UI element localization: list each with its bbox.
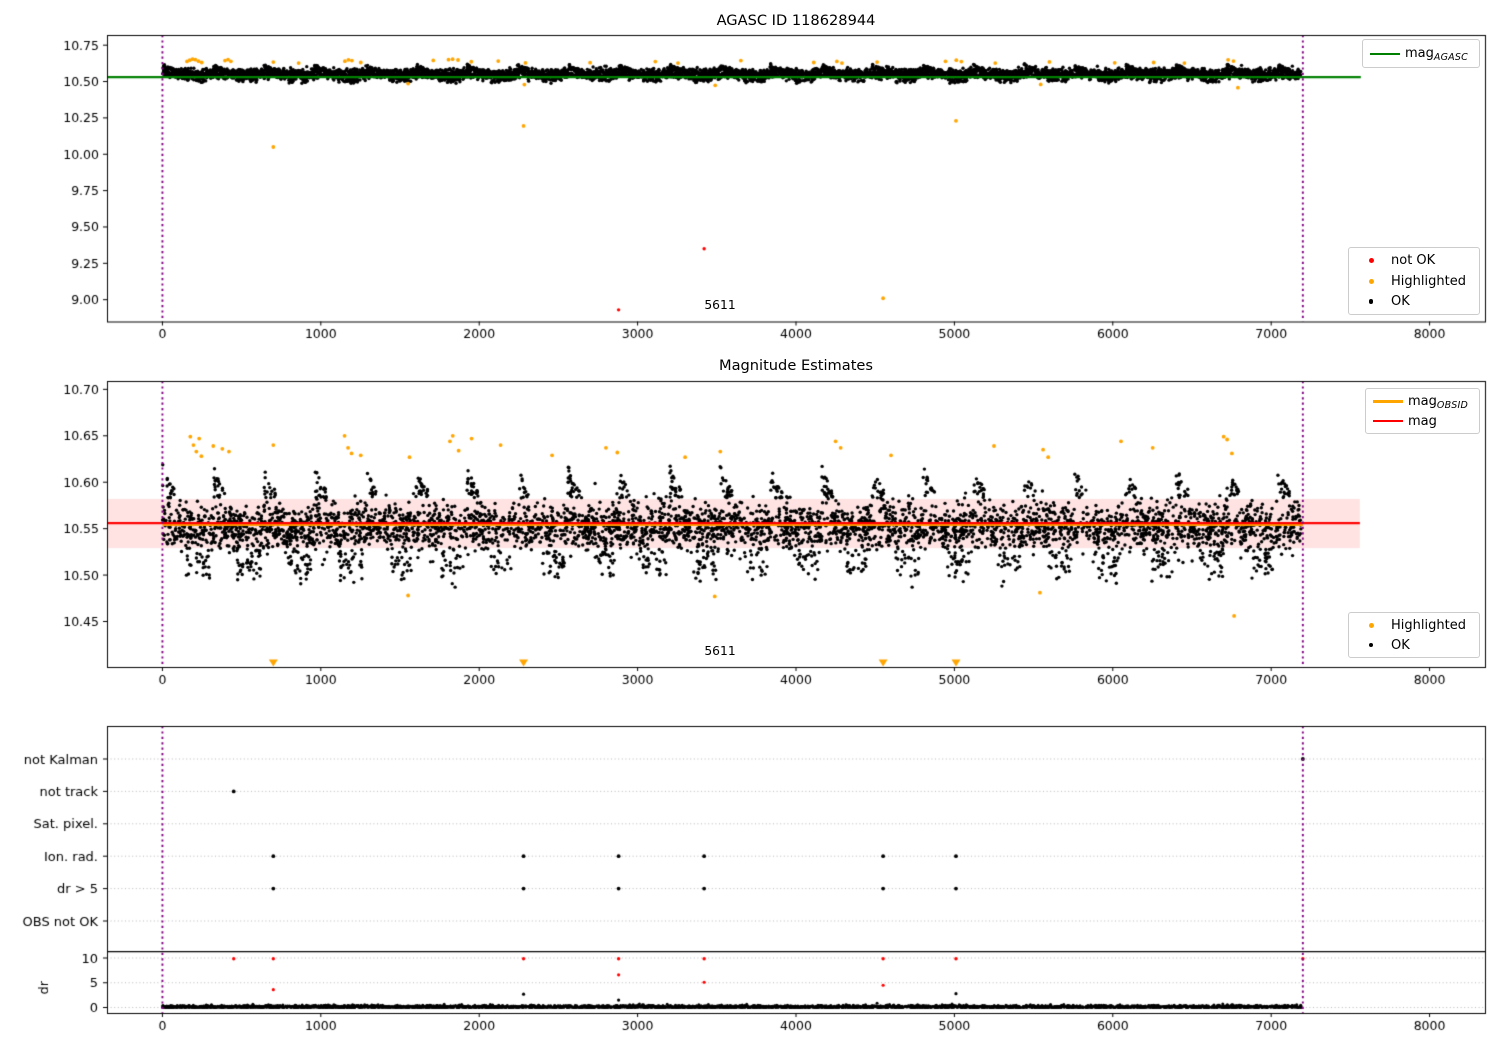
plot2-title: Magnitude Estimates	[718, 357, 874, 374]
plot1-area	[107, 35, 1485, 322]
plot3-area	[107, 726, 1485, 1013]
plot1-title: AGASC ID 118628944	[716, 12, 876, 29]
figure: AGASC ID 118628944 Magnitude Estimates 5…	[0, 0, 1500, 1050]
plot2-area	[107, 381, 1485, 667]
